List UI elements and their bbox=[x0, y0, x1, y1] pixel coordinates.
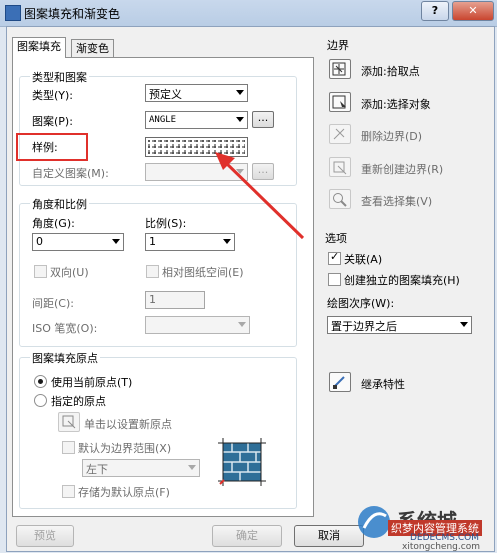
tab-gradient[interactable]: 渐变色 bbox=[71, 39, 114, 58]
pattern-label: 图案(P): bbox=[32, 115, 73, 128]
type-label: 类型(Y): bbox=[32, 89, 74, 102]
preview-button[interactable]: 预览 bbox=[16, 525, 74, 547]
add-select-objects-label: 添加:选择对象 bbox=[361, 98, 431, 111]
chevron-down-icon bbox=[112, 239, 120, 244]
remove-boundary-label: 删除边界(D) bbox=[361, 130, 423, 143]
create-separate-label: 创建独立的图案填充(H) bbox=[344, 274, 460, 287]
view-selection-label: 查看选择集(V) bbox=[361, 195, 433, 208]
default-extent-label: 默认为边界范围(X) bbox=[78, 442, 172, 455]
remove-boundary-icon bbox=[333, 128, 345, 140]
pattern-value: ANGLE bbox=[149, 115, 177, 125]
brush-icon bbox=[333, 376, 345, 389]
annotation-arrow bbox=[215, 152, 305, 240]
tab-hatch[interactable]: 图案填充 bbox=[12, 37, 66, 58]
type-value: 预定义 bbox=[149, 88, 182, 101]
recreate-boundary-label: 重新创建边界(R) bbox=[361, 163, 444, 176]
pick-origin-icon bbox=[62, 415, 76, 429]
add-select-objects-button[interactable] bbox=[329, 92, 351, 112]
spacing-label: 间距(C): bbox=[32, 297, 74, 310]
remove-boundary-button[interactable] bbox=[329, 124, 351, 144]
angle-label: 角度(G): bbox=[32, 217, 75, 230]
boundary-title: 边界 bbox=[327, 39, 349, 52]
help-button[interactable]: ? bbox=[421, 1, 449, 21]
double-label: 双向(U) bbox=[50, 266, 89, 279]
double-checkbox[interactable] bbox=[34, 265, 47, 278]
add-pick-points-label: 添加:拾取点 bbox=[361, 65, 420, 78]
use-current-origin-label: 使用当前原点(T) bbox=[51, 376, 133, 389]
use-current-origin-radio[interactable] bbox=[34, 375, 47, 388]
draw-order-label: 绘图次序(W): bbox=[327, 297, 395, 310]
watermark-site: xitongcheng.com bbox=[402, 542, 480, 552]
ok-button[interactable]: 确定 bbox=[212, 525, 282, 547]
type-pattern-title: 类型和图案 bbox=[30, 69, 89, 85]
pick-points-icon bbox=[332, 62, 346, 76]
pattern-combo[interactable]: ANGLE bbox=[145, 111, 248, 129]
view-selection-button[interactable] bbox=[329, 189, 351, 209]
draw-order-value: 置于边界之后 bbox=[331, 320, 397, 333]
options-title: 选项 bbox=[325, 232, 347, 245]
select-objects-icon bbox=[332, 95, 346, 109]
create-separate-checkbox[interactable] bbox=[328, 273, 341, 286]
default-extent-checkbox[interactable] bbox=[62, 441, 75, 454]
chevron-down-icon bbox=[238, 322, 246, 327]
specified-origin-radio[interactable] bbox=[34, 394, 47, 407]
angle-combo[interactable]: 0 bbox=[32, 233, 124, 251]
window-title: 图案填充和渐变色 bbox=[24, 7, 121, 21]
swatch-label: 样例: bbox=[32, 141, 58, 154]
origin-position-value: 左下 bbox=[86, 463, 108, 476]
chevron-down-icon bbox=[188, 465, 196, 470]
chevron-down-icon bbox=[236, 117, 244, 122]
iso-pen-label: ISO 笔宽(O): bbox=[32, 322, 98, 335]
angle-value: 0 bbox=[36, 235, 43, 248]
origin-position-combo[interactable]: 左下 bbox=[82, 459, 200, 477]
scale-label: 比例(S): bbox=[145, 217, 187, 230]
pattern-browse-button[interactable]: ... bbox=[252, 111, 274, 128]
recreate-boundary-icon bbox=[333, 161, 347, 175]
associative-checkbox[interactable]: ✓ bbox=[328, 250, 341, 265]
magnifier-icon bbox=[333, 193, 347, 207]
add-pick-points-button[interactable] bbox=[329, 59, 351, 79]
relative-paper-checkbox[interactable] bbox=[146, 265, 159, 278]
relative-paper-label: 相对图纸空间(E) bbox=[162, 266, 244, 279]
store-default-checkbox[interactable] bbox=[62, 485, 75, 498]
scale-value: 1 bbox=[149, 235, 156, 248]
recreate-boundary-button[interactable] bbox=[329, 157, 351, 177]
iso-pen-combo[interactable] bbox=[145, 316, 250, 334]
specified-origin-label: 指定的原点 bbox=[51, 395, 106, 408]
angle-scale-title: 角度和比例 bbox=[30, 196, 89, 212]
store-default-label: 存储为默认原点(F) bbox=[78, 486, 170, 499]
custom-pattern-label: 自定义图案(M): bbox=[32, 167, 109, 180]
inherit-properties-label: 继承特性 bbox=[361, 378, 405, 391]
origin-preview-brick-icon bbox=[218, 438, 266, 486]
inherit-properties-button[interactable] bbox=[329, 372, 351, 392]
chevron-down-icon bbox=[460, 322, 468, 327]
associative-label: 关联(A) bbox=[344, 253, 383, 266]
close-button[interactable]: ✕ bbox=[452, 1, 494, 21]
chevron-down-icon bbox=[236, 90, 244, 95]
app-icon bbox=[5, 5, 21, 21]
origin-title: 图案填充原点 bbox=[30, 350, 100, 366]
type-combo[interactable]: 预定义 bbox=[145, 84, 248, 102]
spacing-input[interactable]: 1 bbox=[145, 291, 205, 309]
click-set-origin-button[interactable] bbox=[58, 412, 80, 432]
draw-order-combo[interactable]: 置于边界之后 bbox=[327, 316, 472, 334]
click-set-origin-label: 单击以设置新原点 bbox=[84, 418, 172, 431]
